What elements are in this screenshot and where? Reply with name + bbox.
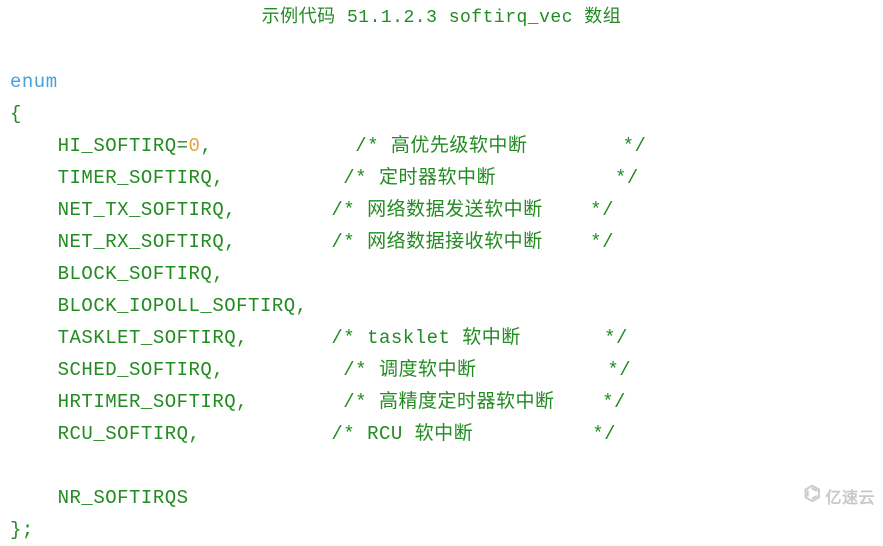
enum-timer: TIMER_SOFTIRQ, /* 定时器软中断 */ (10, 167, 639, 189)
watermark-icon: ⌬ (804, 486, 822, 506)
enum-block: BLOCK_SOFTIRQ, (10, 263, 224, 285)
enum-hrtimer: HRTIMER_SOFTIRQ, /* 高精度定时器软中断 */ (10, 391, 626, 413)
keyword-enum: enum (10, 71, 58, 93)
enum-block-iopoll: BLOCK_IOPOLL_SOFTIRQ, (10, 295, 308, 317)
brace-open: { (10, 103, 22, 125)
code-block: enum { HI_SOFTIRQ=0, /* 高优先级软中断 */ TIMER… (0, 34, 883, 546)
enum-net-rx: NET_RX_SOFTIRQ, /* 网络数据接收软中断 */ (10, 231, 614, 253)
enum-rcu: RCU_SOFTIRQ, /* RCU 软中断 */ (10, 423, 616, 445)
enum-net-tx: NET_TX_SOFTIRQ, /* 网络数据发送软中断 */ (10, 199, 614, 221)
enum-hi: HI_SOFTIRQ=0, /* 高优先级软中断 */ (10, 135, 646, 157)
watermark-text: 亿速云 (825, 484, 875, 508)
enum-tasklet: TASKLET_SOFTIRQ, /* tasklet 软中断 */ (10, 327, 628, 349)
code-title: 示例代码 51.1.2.3 softirq_vec 数组 (0, 0, 883, 34)
enum-sched: SCHED_SOFTIRQ, /* 调度软中断 */ (10, 359, 631, 381)
brace-close: }; (10, 519, 34, 541)
enum-nr: NR_SOFTIRQS (10, 487, 189, 509)
watermark-logo: ⌬ 亿速云 (804, 484, 875, 508)
